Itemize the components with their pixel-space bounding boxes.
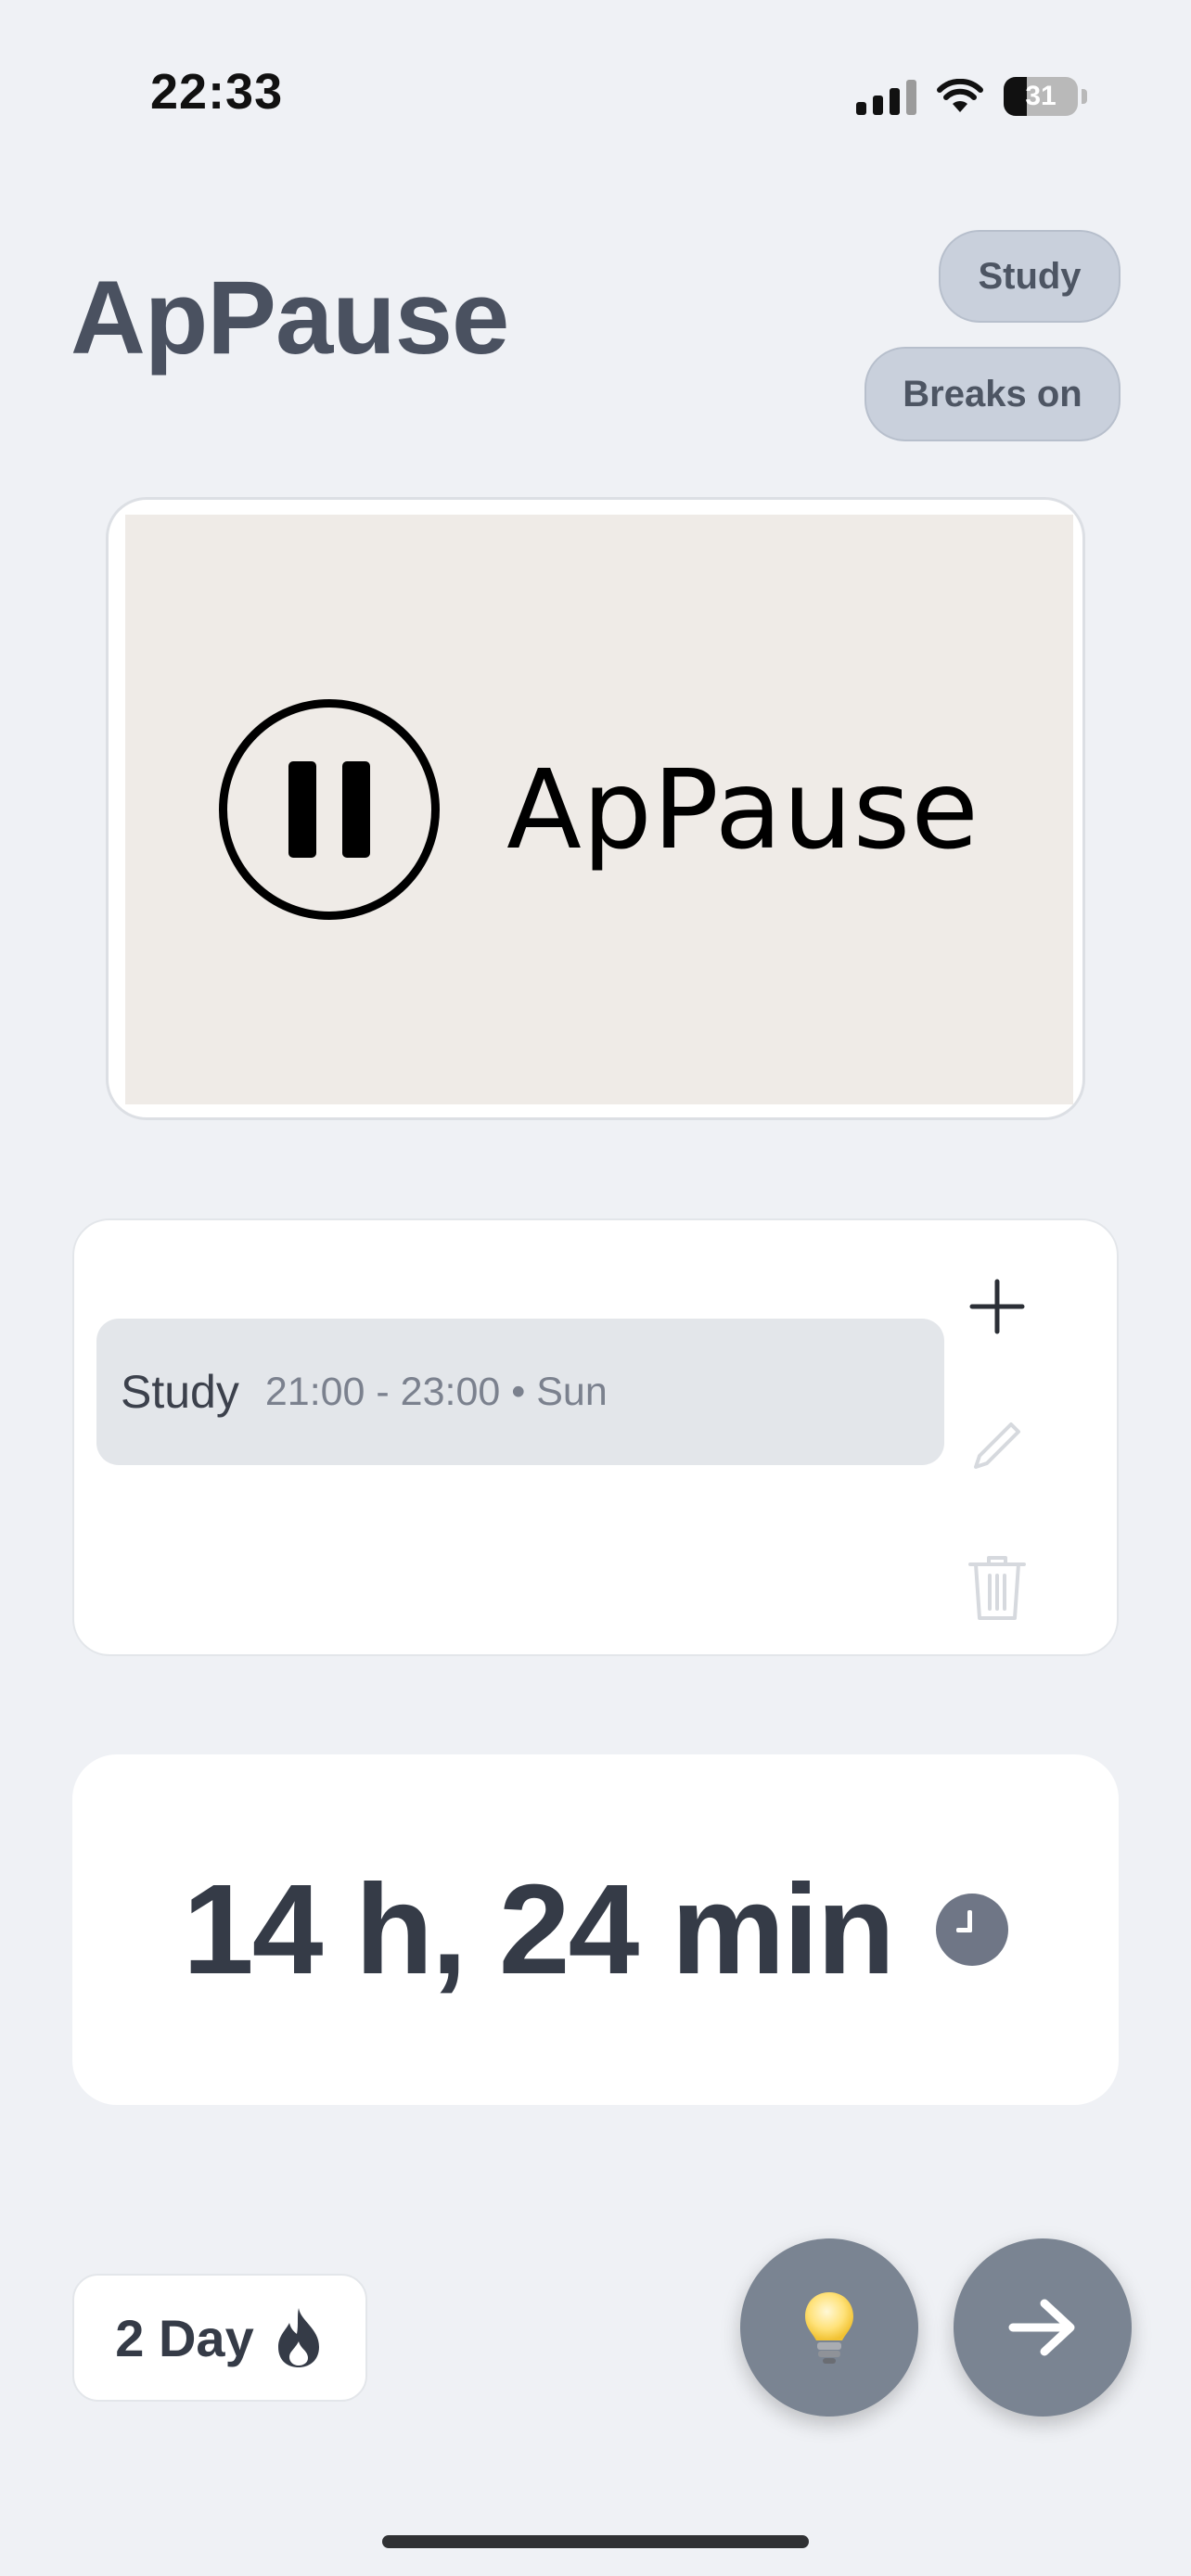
clock-icon[interactable] [936, 1894, 1008, 1966]
battery-percent: 31 [1025, 81, 1057, 111]
streak-badge: 2 Day [72, 2274, 367, 2402]
pause-circle-icon [219, 699, 441, 920]
streak-label: 2 Day [115, 2308, 254, 2367]
status-icons: 31 [856, 74, 1087, 119]
screen-time-value: 14 h, 24 min [183, 1857, 895, 2001]
wifi-icon [937, 79, 983, 112]
arrow-right-icon [1008, 2299, 1075, 2356]
plus-icon [969, 1279, 1025, 1334]
edit-schedule-button[interactable] [955, 1404, 1039, 1487]
schedule-item-name: Study [121, 1366, 239, 1418]
tips-button[interactable] [740, 2238, 918, 2417]
pencil-icon [974, 1422, 1020, 1469]
flame-icon [277, 2308, 319, 2367]
logo-card: ApPause [106, 497, 1085, 1120]
next-button[interactable] [954, 2238, 1132, 2417]
breaks-toggle-pill[interactable]: Breaks on [864, 347, 1121, 441]
add-schedule-button[interactable] [955, 1265, 1039, 1348]
home-indicator[interactable] [382, 2535, 809, 2548]
page-title: ApPause [70, 260, 509, 376]
status-time: 22:33 [150, 64, 284, 120]
trash-icon [968, 1556, 1026, 1620]
mode-pill-study[interactable]: Study [939, 230, 1121, 323]
app-screen: 22:33 31 ApPause Study Breaks on ApPause [0, 0, 1191, 2576]
logo-wordmark: ApPause [506, 746, 980, 874]
lightbulb-icon [805, 2292, 853, 2364]
schedule-item-details: 21:00 - 23:00 • Sun [264, 1369, 608, 1414]
cellular-signal-icon [856, 78, 916, 115]
delete-schedule-button[interactable] [955, 1547, 1039, 1630]
screen-time-card: 14 h, 24 min [72, 1754, 1119, 2105]
battery-icon: 31 [1004, 77, 1078, 116]
logo-banner: ApPause [125, 515, 1073, 1104]
schedule-item[interactable]: Study 21:00 - 23:00 • Sun [96, 1319, 944, 1465]
